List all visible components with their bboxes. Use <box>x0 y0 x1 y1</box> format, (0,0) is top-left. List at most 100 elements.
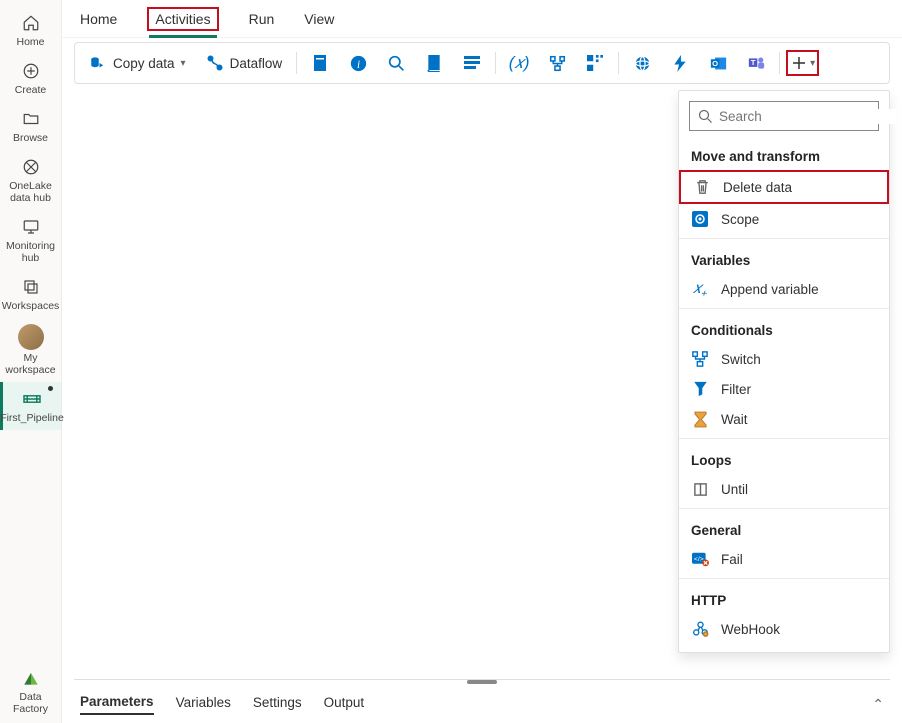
dd-divider <box>679 308 889 309</box>
dataflow-label: Dataflow <box>230 56 283 71</box>
rail-item-my-workspace[interactable]: My workspace <box>0 318 61 382</box>
web-button[interactable] <box>625 50 659 76</box>
rail-item-create[interactable]: Create <box>0 54 61 102</box>
plus-icon <box>790 54 808 72</box>
svg-text:T: T <box>750 58 755 67</box>
rail-item-pipeline[interactable]: First_Pipeline <box>0 382 61 430</box>
svg-text:</>: </> <box>693 556 703 563</box>
dd-item-switch[interactable]: Switch <box>679 344 889 374</box>
rail-label: Data Factory <box>2 691 59 715</box>
dd-item-delete-data[interactable]: Delete data <box>679 170 889 204</box>
info-button[interactable]: i <box>341 50 375 76</box>
section-move-transform: Move and transform <box>679 139 889 170</box>
pipeline-canvas[interactable]: Move and transform Delete data Scope Var… <box>74 90 890 679</box>
hourglass-icon <box>691 410 709 428</box>
rail-item-workspaces[interactable]: Workspaces <box>0 270 61 318</box>
bp-tab-parameters[interactable]: Parameters <box>80 694 154 715</box>
toolbar-separator <box>779 52 780 74</box>
bottom-panel: Parameters Variables Settings Output ⌃ <box>74 679 890 723</box>
search-input[interactable] <box>719 109 896 124</box>
loop-icon <box>691 480 709 498</box>
pipeline-icon <box>22 388 42 410</box>
rail-item-browse[interactable]: Browse <box>0 102 61 150</box>
sproc-button[interactable] <box>455 50 489 76</box>
foreach-icon <box>586 54 604 72</box>
dd-item-wait[interactable]: Wait <box>679 404 889 434</box>
rail-label: My workspace <box>2 352 59 376</box>
variable-icon: (𝑥) <box>510 54 528 72</box>
dd-divider <box>679 578 889 579</box>
info-icon: i <box>349 54 367 72</box>
dd-item-label: Delete data <box>723 180 792 195</box>
dd-item-append-variable[interactable]: 𝑥₊ Append variable <box>679 274 889 304</box>
teams-button[interactable]: T <box>739 50 773 76</box>
dd-item-until[interactable]: Until <box>679 474 889 504</box>
azurefn-button[interactable] <box>663 50 697 76</box>
monitor-icon <box>22 216 40 238</box>
rail-label: Home <box>16 36 44 48</box>
scope-icon <box>691 210 709 228</box>
bp-tab-output[interactable]: Output <box>324 695 365 714</box>
trash-icon <box>693 178 711 196</box>
bp-tab-settings[interactable]: Settings <box>253 695 302 714</box>
tab-run[interactable]: Run <box>249 7 275 31</box>
dd-item-label: Append variable <box>721 282 819 297</box>
dd-divider <box>679 438 889 439</box>
notebook-button[interactable] <box>303 50 337 76</box>
rail-footer-data-factory[interactable]: Data Factory <box>0 659 61 723</box>
switch-icon <box>691 350 709 368</box>
bp-tab-variables[interactable]: Variables <box>176 695 231 714</box>
copy-data-icon <box>89 54 107 72</box>
dd-item-scope[interactable]: Scope <box>679 204 889 234</box>
copy-data-button[interactable]: Copy data ▾ <box>81 50 194 76</box>
dataflow-button[interactable]: Dataflow <box>198 50 291 76</box>
dataflow-icon <box>206 54 224 72</box>
outlook-button[interactable]: O <box>701 50 735 76</box>
svg-text:O: O <box>712 59 718 68</box>
rail-label: Workspaces <box>2 300 60 312</box>
script-icon <box>425 54 443 72</box>
avatar-icon <box>18 324 44 350</box>
dd-item-label: Filter <box>721 382 751 397</box>
stack-icon <box>22 276 40 298</box>
script-button[interactable] <box>417 50 451 76</box>
branch-icon <box>548 54 566 72</box>
foreach-button[interactable] <box>578 50 612 76</box>
lookup-button[interactable] <box>379 50 413 76</box>
dropdown-search[interactable] <box>689 101 879 131</box>
rail-item-monitoring[interactable]: Monitoring hub <box>0 210 61 270</box>
tab-activities[interactable]: Activities <box>147 7 218 31</box>
append-var-icon: 𝑥₊ <box>691 280 709 298</box>
more-activities-button[interactable]: ▾ <box>786 50 819 76</box>
section-variables: Variables <box>679 243 889 274</box>
rail-item-home[interactable]: Home <box>0 6 61 54</box>
toolbar-separator <box>296 52 297 74</box>
dd-divider <box>679 238 889 239</box>
notebook-icon <box>311 54 329 72</box>
tab-view[interactable]: View <box>304 7 334 31</box>
list-icon <box>463 54 481 72</box>
tab-home[interactable]: Home <box>80 7 117 31</box>
dd-item-webhook[interactable]: WebHook <box>679 614 889 644</box>
dd-item-filter[interactable]: Filter <box>679 374 889 404</box>
collapse-chevron-icon[interactable]: ⌃ <box>872 696 884 713</box>
bolt-icon <box>671 54 689 72</box>
toolbar-separator <box>618 52 619 74</box>
ifcond-button[interactable] <box>540 50 574 76</box>
data-factory-icon <box>21 667 41 689</box>
rail-label: First_Pipeline <box>0 412 64 424</box>
dd-divider <box>679 508 889 509</box>
section-general: General <box>679 513 889 544</box>
section-conditionals: Conditionals <box>679 313 889 344</box>
dd-item-label: Until <box>721 482 748 497</box>
folder-icon <box>22 108 40 130</box>
resize-handle[interactable] <box>467 680 497 684</box>
rail-item-onelake[interactable]: OneLake data hub <box>0 150 61 210</box>
magnifier-icon <box>387 54 405 72</box>
variable-button[interactable]: (𝑥) <box>502 50 536 76</box>
chevron-down-icon: ▾ <box>810 58 815 69</box>
rail-label: Create <box>15 84 47 96</box>
dd-item-fail[interactable]: </> Fail <box>679 544 889 574</box>
dd-item-label: Scope <box>721 212 759 227</box>
webhook-icon <box>691 620 709 638</box>
